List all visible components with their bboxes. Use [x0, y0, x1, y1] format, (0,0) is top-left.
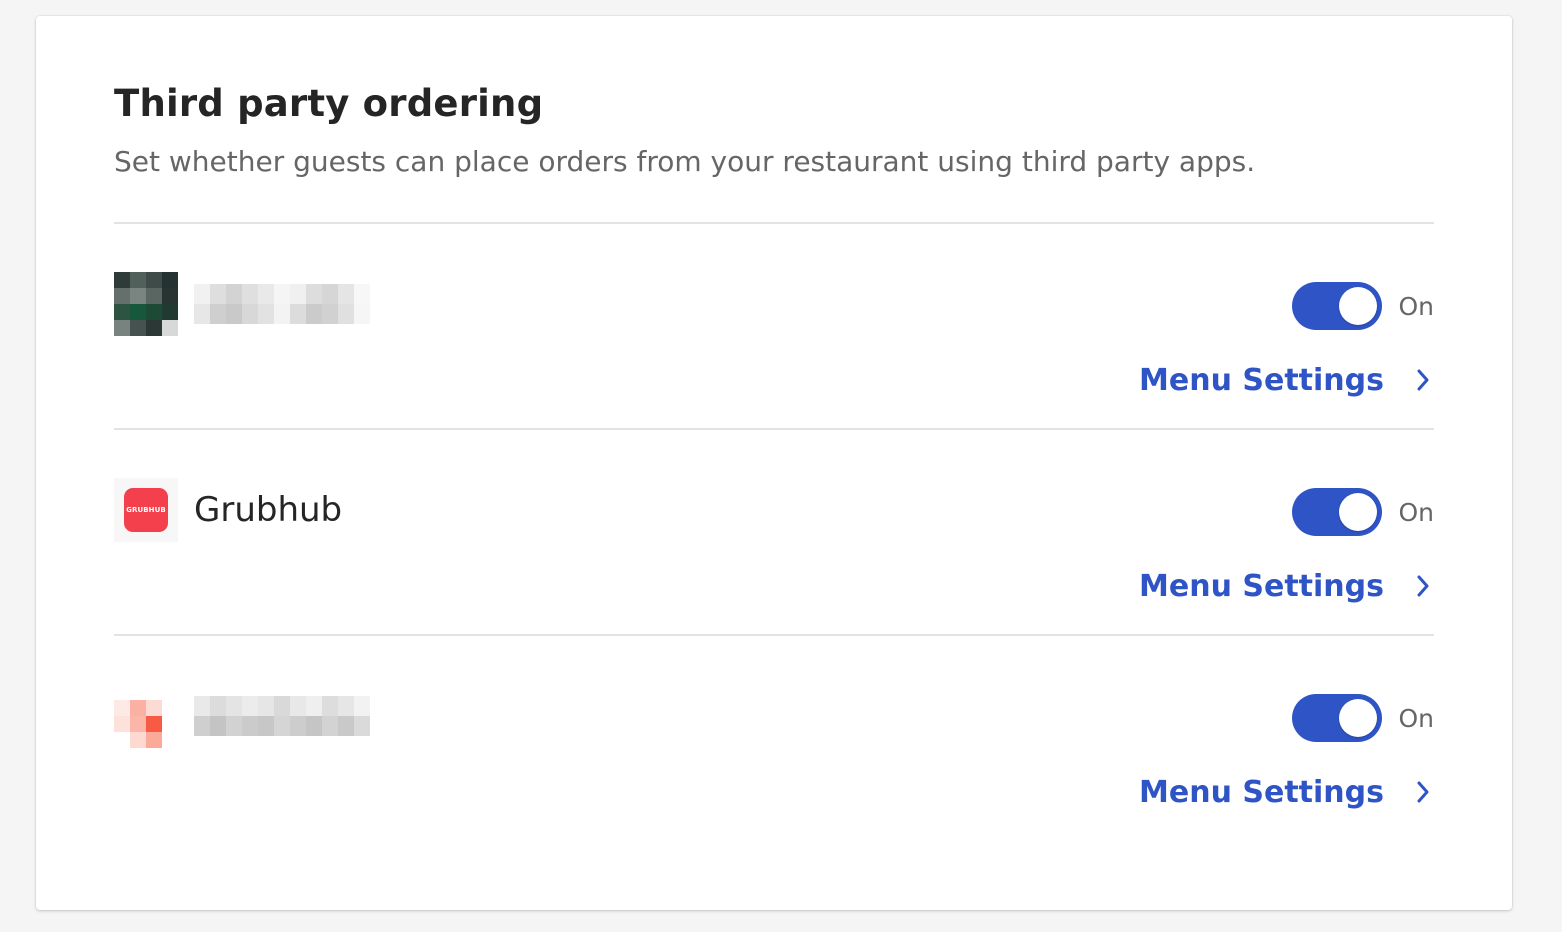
menu-settings-link[interactable]: Menu Settings — [1139, 564, 1434, 608]
ordering-toggle[interactable] — [1292, 694, 1383, 742]
provider-identity: GRUBHUB Grubhub — [114, 478, 342, 542]
provider-identity — [114, 684, 370, 748]
pixelated-logo-red-icon — [114, 684, 178, 748]
provider-row-grubhub: GRUBHUB Grubhub On Menu Settings — [114, 428, 1434, 634]
pixelated-logo-green-icon — [114, 272, 178, 336]
ordering-toggle[interactable] — [1292, 488, 1383, 536]
menu-settings-label: Menu Settings — [1139, 774, 1384, 810]
provider-row-redacted-red: On Menu Settings — [114, 634, 1434, 840]
provider-row-redacted-green: On Menu Settings — [114, 222, 1434, 428]
section-title: Third party ordering — [114, 82, 544, 125]
section-header: Third party ordering Set whether guests … — [114, 80, 1434, 182]
third-party-ordering-card: Third party ordering Set whether guests … — [36, 16, 1512, 910]
menu-settings-link[interactable]: Menu Settings — [1139, 770, 1434, 814]
chevron-right-icon — [1412, 367, 1434, 393]
provider-toggle-group: On — [1292, 488, 1434, 536]
section-description: Set whether guests can place orders from… — [114, 145, 1256, 178]
provider-toggle-group: On — [1292, 282, 1434, 330]
ordering-toggle[interactable] — [1292, 282, 1383, 330]
toggle-state-label: On — [1398, 291, 1434, 321]
redacted-provider-name — [194, 696, 370, 736]
toggle-knob — [1339, 493, 1378, 531]
third-party-provider-list: On Menu Settings GRUBHUB Grubhub On Menu… — [114, 222, 1434, 840]
chevron-right-icon — [1412, 573, 1434, 599]
toggle-state-label: On — [1398, 703, 1434, 733]
menu-settings-link[interactable]: Menu Settings — [1139, 358, 1434, 402]
toggle-state-label: On — [1398, 497, 1434, 527]
grubhub-logo-icon: GRUBHUB — [114, 478, 178, 542]
menu-settings-label: Menu Settings — [1139, 568, 1384, 604]
grubhub-logo-badge: GRUBHUB — [124, 488, 168, 532]
provider-toggle-group: On — [1292, 694, 1434, 742]
redacted-provider-name — [194, 284, 370, 324]
menu-settings-label: Menu Settings — [1139, 362, 1384, 398]
toggle-knob — [1339, 287, 1378, 325]
toggle-knob — [1339, 699, 1378, 737]
provider-name: Grubhub — [194, 490, 343, 530]
provider-identity — [114, 272, 370, 336]
chevron-right-icon — [1412, 779, 1434, 805]
